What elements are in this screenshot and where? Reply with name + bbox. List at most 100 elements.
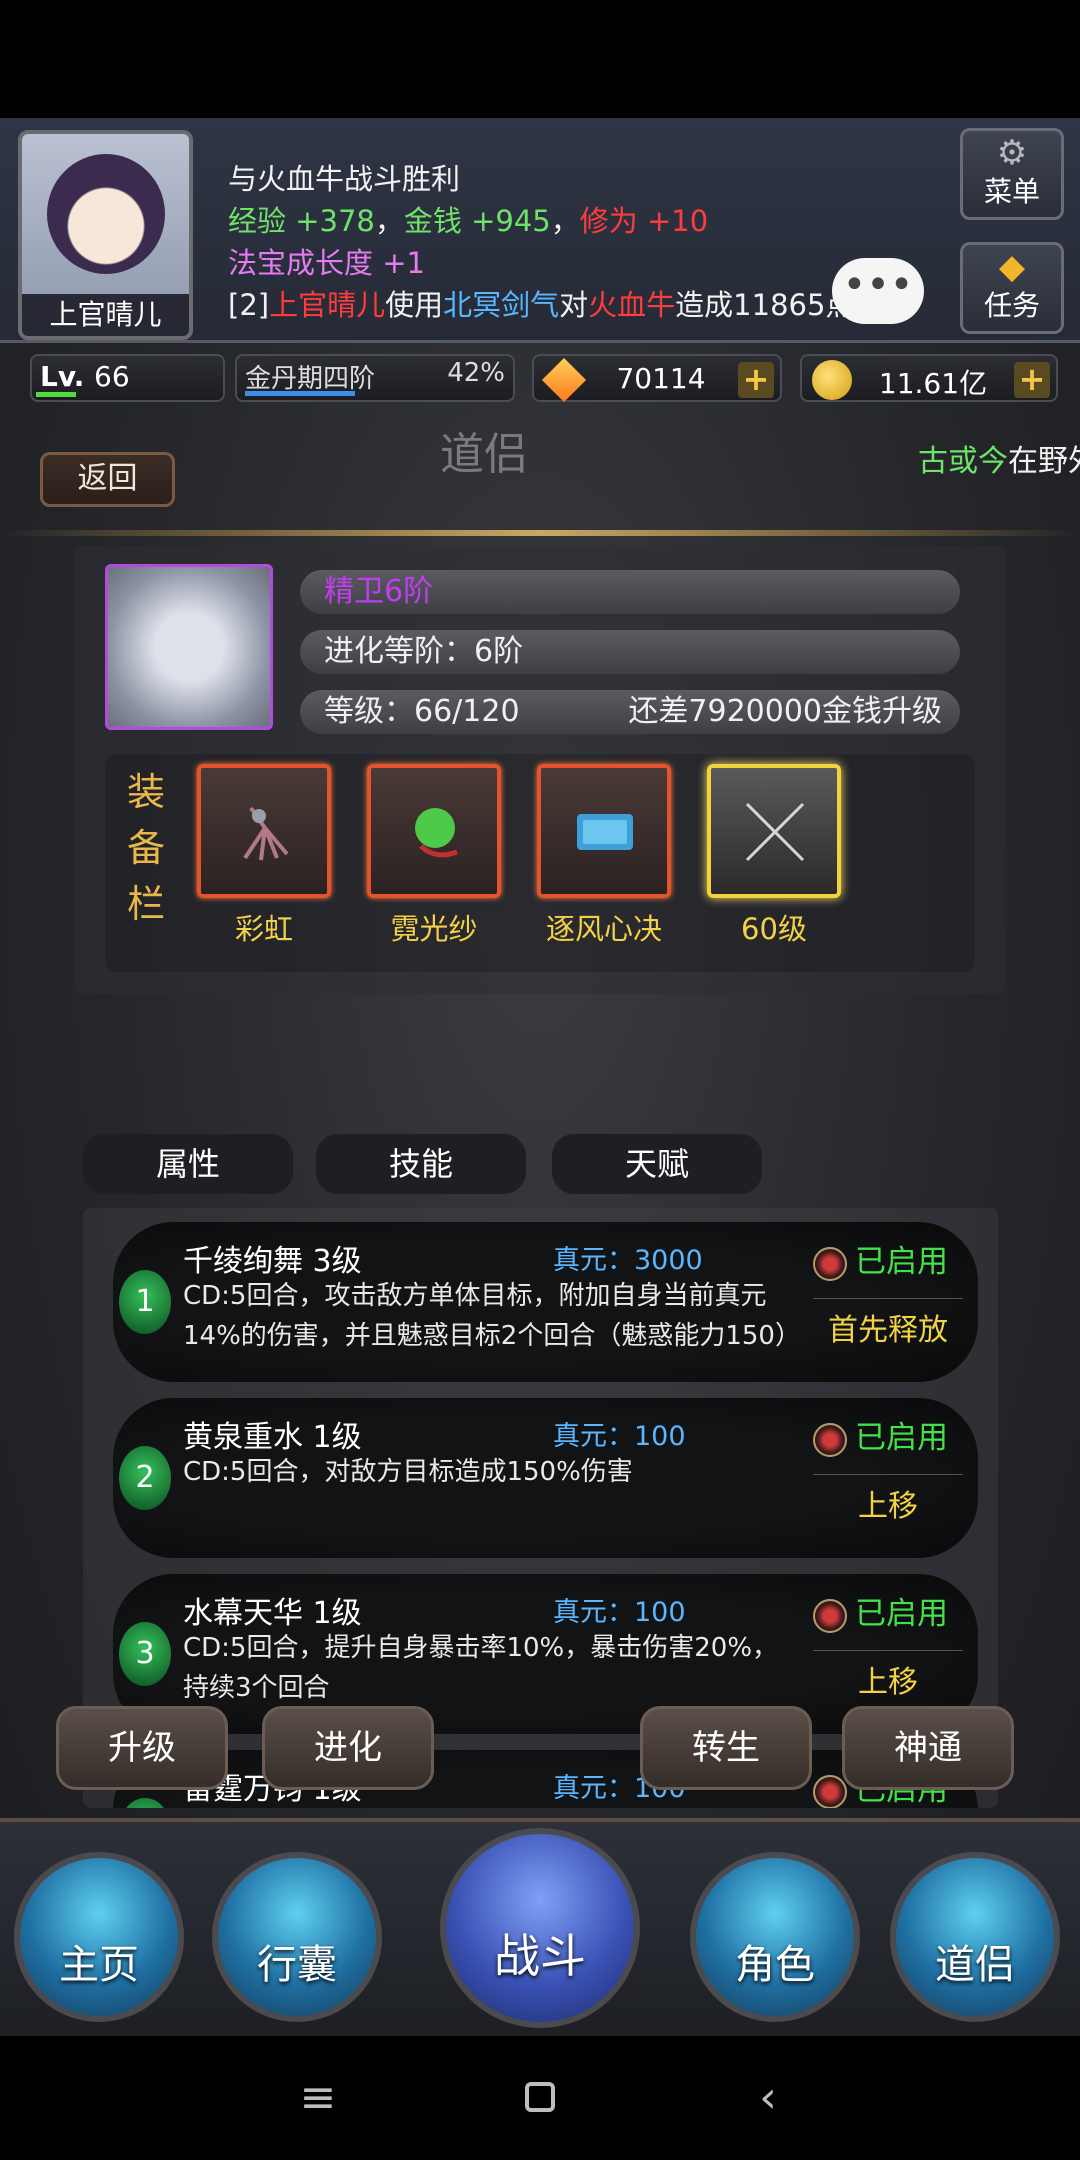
- realm-progress-bar: [245, 391, 355, 396]
- nav-battle[interactable]: 战斗: [440, 1828, 640, 2028]
- nav-bag[interactable]: 行囊: [212, 1852, 382, 2022]
- menu-button[interactable]: ⚙ 菜单: [960, 128, 1064, 220]
- toggle-icon: [813, 1246, 847, 1281]
- skill-desc: CD:5回合，提升自身暴击率10%，暴击伤害20%，持续3个回合: [183, 1633, 779, 1703]
- skill-priority-button[interactable]: 首先释放: [813, 1298, 963, 1349]
- equipment-bar: 装备栏 彩虹 霓光纱 逐风心决 60级: [105, 754, 975, 972]
- skill-index: 4: [119, 1798, 171, 1808]
- nav-label: 行囊: [257, 1942, 337, 1988]
- home-icon[interactable]: [500, 2066, 580, 2130]
- ribbon-item-icon: [197, 764, 331, 898]
- ticker-text: 在野外: [1008, 444, 1080, 479]
- player-name: 上官晴儿: [22, 294, 189, 336]
- nav-label: 角色: [735, 1942, 815, 1988]
- equip-name: 60级: [741, 912, 807, 946]
- toggle-icon: [813, 1422, 847, 1457]
- chat-bubble-icon[interactable]: •••: [832, 258, 924, 324]
- skill-desc: CD:5回合，攻击敌方单体目标，附加自身当前真元14%的伤害，并且魅惑目标2个回…: [183, 1281, 801, 1351]
- status-label: 已启用: [855, 1420, 948, 1456]
- companion-level-row: 等级：66/120 还差7920000金钱升级: [300, 690, 960, 734]
- realm-progress: 42%: [447, 358, 505, 388]
- nav-label: 道侣: [935, 1942, 1015, 1988]
- gold-display: 11.61亿 +: [800, 354, 1058, 402]
- stat-bar: Lv. 66 金丹期四阶 42% 70114 + 11.61亿 +: [0, 350, 1080, 406]
- back-icon[interactable]: ‹: [728, 2066, 808, 2130]
- toggle-icon: [813, 1598, 847, 1633]
- log-sep: ，: [374, 204, 404, 238]
- equip-slot-1[interactable]: 彩虹: [197, 764, 331, 948]
- upgrade-button[interactable]: 升级: [56, 1706, 228, 1790]
- companion-evolution: 进化等阶：6阶: [300, 630, 960, 674]
- divine-power-button[interactable]: 神通: [842, 1706, 1014, 1790]
- skill-desc: CD:5回合，对敌方目标造成150%伤害: [183, 1457, 633, 1487]
- skill-title: 千绫绚舞 3级: [183, 1244, 362, 1279]
- log-line-2: 经验 +378，金钱 +945，修为 +10: [228, 200, 948, 242]
- nav-home[interactable]: 主页: [14, 1852, 184, 2022]
- companion-level: 等级：66/120: [324, 694, 520, 729]
- list-item: 1 千绫绚舞 3级 真元：3000 CD:5回合，攻击敌方单体目标，附加自身当前…: [113, 1222, 978, 1382]
- move-up-button[interactable]: 上移: [813, 1650, 963, 1701]
- add-gold-button[interactable]: +: [1014, 362, 1050, 398]
- skill-index: 2: [119, 1446, 171, 1510]
- announcement-ticker: 古或今在野外: [918, 436, 1080, 480]
- log-sep: ，: [550, 204, 580, 238]
- equip-slot-3[interactable]: 逐风心决: [537, 764, 671, 948]
- nav-label: 主页: [59, 1942, 139, 1988]
- game-screen: 上官晴儿 与火血牛战斗胜利 经验 +378，金钱 +945，修为 +10 法宝成…: [0, 118, 1080, 2036]
- back-button[interactable]: 返回: [40, 452, 175, 507]
- companion-portrait[interactable]: [105, 564, 273, 730]
- add-gems-button[interactable]: +: [738, 362, 774, 398]
- diamond-icon: ◆: [998, 247, 1026, 287]
- status-label: 已启用: [855, 1596, 948, 1632]
- tab-attributes[interactable]: 属性: [83, 1134, 293, 1194]
- realm-name: 金丹期四阶: [245, 364, 376, 394]
- toggle-icon: [813, 1774, 847, 1808]
- skill-title: 水幕天华 1级: [183, 1596, 362, 1631]
- move-up-button[interactable]: 上移: [813, 1474, 963, 1525]
- upgrade-cost: 还差7920000金钱升级: [628, 694, 942, 729]
- menu-icon[interactable]: ≡: [278, 2066, 358, 2130]
- task-button[interactable]: ◆ 任务: [960, 242, 1064, 334]
- gem-display: 70114 +: [532, 354, 782, 403]
- status-bar: [0, 0, 1080, 118]
- equip-name: 彩虹: [234, 912, 293, 946]
- tab-talents[interactable]: 天赋: [552, 1134, 762, 1194]
- lv-prefix: Lv.: [40, 360, 85, 393]
- nav-label: 战斗: [494, 1929, 586, 1983]
- skill-cost: 真元：100: [553, 1597, 686, 1628]
- log-prefix: [2]: [228, 288, 270, 322]
- player-avatar[interactable]: 上官晴儿: [18, 130, 193, 340]
- level-display: Lv. 66: [30, 354, 225, 402]
- evolve-button[interactable]: 进化: [262, 1706, 434, 1790]
- gem-count: 70114: [616, 362, 706, 395]
- equipment-label: 装备栏: [127, 770, 166, 926]
- nav-character[interactable]: 角色: [690, 1852, 860, 2022]
- task-label: 任务: [983, 289, 1040, 322]
- gold-count: 11.61亿: [878, 367, 988, 400]
- crossed-swords-icon: [707, 764, 841, 898]
- skill-status[interactable]: 已启用: [813, 1412, 948, 1457]
- skill-status[interactable]: 已启用: [813, 1236, 948, 1281]
- equip-name: 霓光纱: [390, 912, 478, 946]
- list-item: 2 黄泉重水 1级 真元：100 CD:5回合，对敌方目标造成150%伤害 已启…: [113, 1398, 978, 1558]
- divider: [0, 530, 1080, 536]
- exp-bar: [36, 392, 76, 397]
- level-value: 66: [94, 360, 130, 393]
- status-label: 已启用: [855, 1244, 948, 1280]
- skill-status[interactable]: 已启用: [813, 1588, 948, 1633]
- nav-companion[interactable]: 道侣: [890, 1852, 1060, 2022]
- header: 上官晴儿 与火血牛战斗胜利 经验 +378，金钱 +945，修为 +10 法宝成…: [0, 118, 1080, 343]
- page-title: 道侣: [440, 429, 528, 480]
- equip-name: 逐风心决: [545, 912, 662, 946]
- skill-cost: 真元：3000: [553, 1245, 703, 1276]
- reincarnate-button[interactable]: 转生: [640, 1706, 812, 1790]
- skill-title: 黄泉重水 1级: [183, 1420, 362, 1455]
- equip-slot-4[interactable]: 60级: [707, 764, 841, 948]
- log-exp: 经验 +378: [228, 204, 375, 238]
- bottom-nav: 主页 行囊 战斗 角色 道侣: [0, 1818, 1080, 2036]
- gold-coin-icon: [812, 360, 852, 400]
- tab-skills[interactable]: 技能: [316, 1134, 526, 1194]
- equip-slot-2[interactable]: 霓光纱: [367, 764, 501, 948]
- system-nav-bar: ≡ ‹: [0, 2036, 1080, 2160]
- menu-label: 菜单: [983, 175, 1040, 208]
